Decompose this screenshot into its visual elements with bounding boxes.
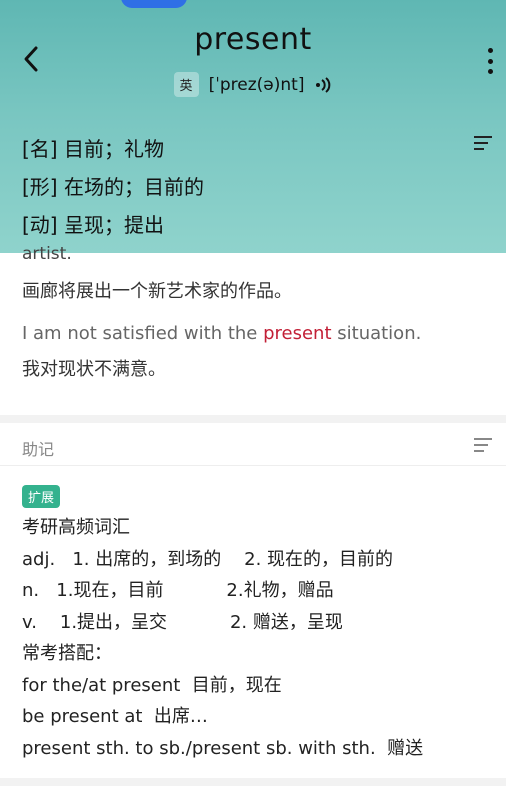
mnemonic-lines: 考研高频词汇 adj. 1. 出席的，到场的 2. 现在的，目前的 n. 1.现…	[22, 512, 423, 764]
speaker-icon[interactable]	[314, 76, 332, 94]
example-partial-text: artist.	[22, 245, 72, 259]
mnemonic-title: 助记	[22, 440, 55, 459]
definition-verb: [动] 呈现；提出	[22, 213, 164, 237]
mnemonic-line: 常考搭配：	[22, 643, 112, 664]
definition-noun: [名] 目前；礼物	[22, 137, 164, 161]
mnemonic-line: adj. 1. 出席的，到场的 2. 现在的，目前的	[22, 548, 394, 570]
definition-adj: [形] 在场的；目前的	[22, 175, 204, 199]
header-panel: present 英 [ˈprez(ə)nt] [名] 目前；礼物 [形] 在场的…	[0, 0, 506, 253]
accent-tag: 英	[173, 72, 199, 97]
highlight-word: present	[263, 323, 332, 344]
mnemonic-card: 助记 扩展 考研高频词汇 adj. 1. 出席的，到场的 2. 现在的，目前的 …	[0, 423, 506, 778]
mnemonic-line: for the/at present 目前，现在	[22, 674, 282, 696]
example-translation-1: 画廊将展出一个新艺术家的作品。	[22, 281, 292, 302]
list-menu-icon[interactable]	[474, 438, 492, 452]
phonetic-text: [ˈprez(ə)nt]	[208, 74, 305, 95]
status-pill	[121, 0, 187, 8]
expand-badge: 扩展	[22, 485, 61, 508]
mnemonic-line: present sth. to sb./present sb. with sth…	[22, 737, 424, 759]
mnemonic-line: v. 1.提出，呈交 2. 赠送，呈现	[22, 611, 343, 633]
divider	[0, 465, 506, 466]
pronunciation-row: 英 [ˈprez(ə)nt]	[0, 72, 506, 97]
definition-list: [名] 目前；礼物 [形] 在场的；目前的 [动] 呈现；提出	[22, 130, 204, 244]
list-menu-icon[interactable]	[474, 136, 492, 150]
more-vertical-icon[interactable]	[486, 48, 494, 74]
mnemonic-line: be present at 出席…	[22, 706, 208, 727]
examples-card: artist. 画廊将展出一个新艺术家的作品。 I am not satisfi…	[0, 245, 506, 415]
example-translation-2: 我对现状不满意。	[22, 359, 166, 380]
mnemonic-line: 考研高频词汇	[22, 517, 130, 538]
mnemonic-line: n. 1.现在，目前 2.礼物，赠品	[22, 580, 334, 601]
headword: present	[194, 22, 312, 57]
example-sentence-2: I am not satisfied with the present situ…	[22, 323, 422, 344]
